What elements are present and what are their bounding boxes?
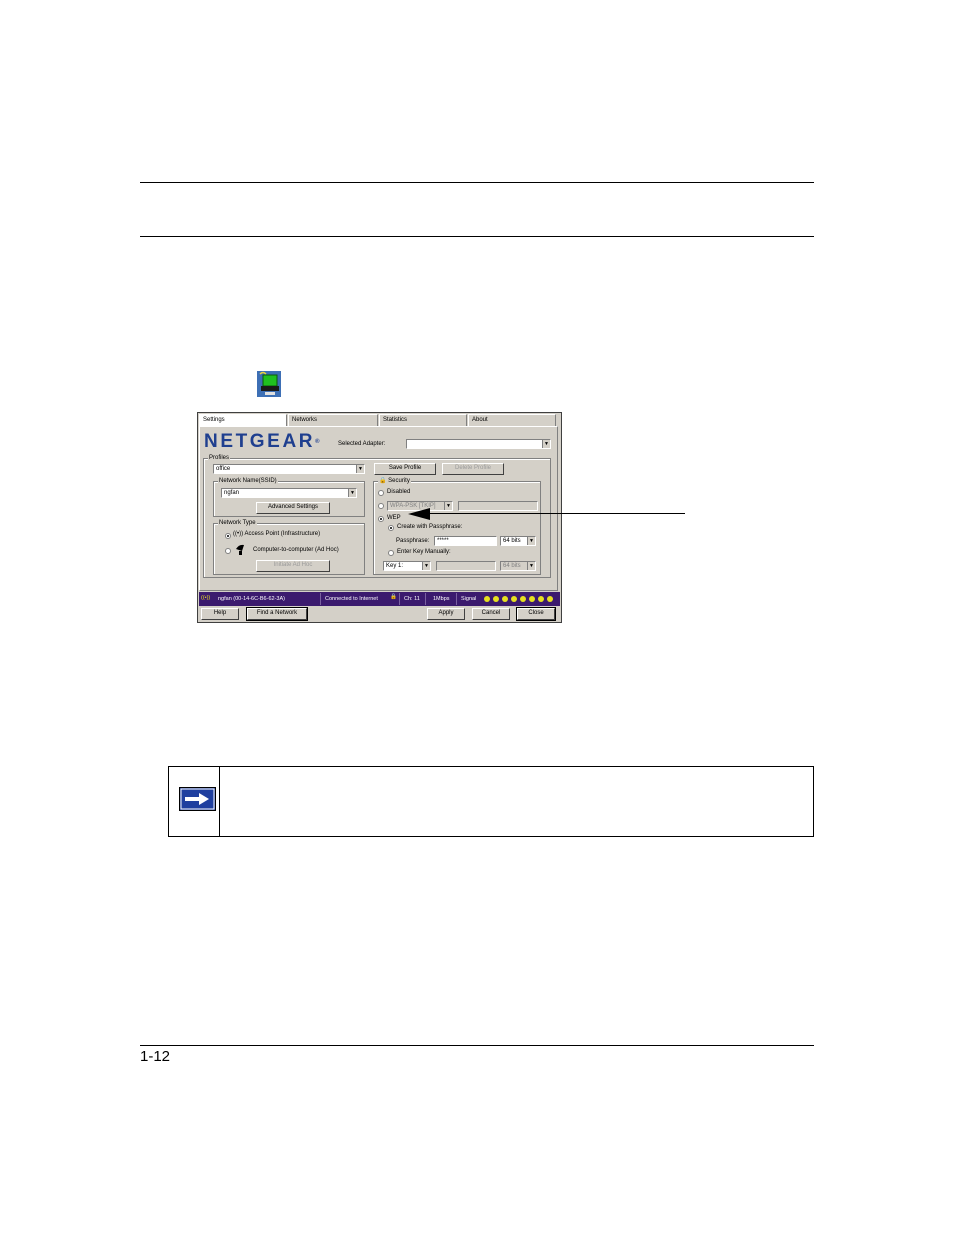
signal-dot xyxy=(502,596,508,602)
header-rule-bottom xyxy=(140,236,814,237)
footer-rule xyxy=(140,1045,814,1046)
chevron-down-icon: ▼ xyxy=(444,502,452,510)
security-wep-radio[interactable] xyxy=(378,516,384,522)
passphrase-input[interactable]: ***** xyxy=(434,536,497,546)
utility-dialog: Settings Networks Statistics About NETGE… xyxy=(197,412,562,623)
note-box xyxy=(168,766,814,837)
signal-dot xyxy=(511,596,517,602)
delete-profile-button[interactable]: Delete Profile xyxy=(442,463,504,475)
profile-select[interactable]: office ▼ xyxy=(213,464,365,474)
manual-key-field[interactable] xyxy=(436,561,496,571)
close-button[interactable]: Close xyxy=(516,607,556,621)
callout-arrowhead xyxy=(408,508,430,520)
security-title: 🔒 Security xyxy=(378,478,411,485)
status-rate: 1Mbps xyxy=(433,596,450,602)
enter-key-manually-label: Enter Key Manually: xyxy=(397,549,451,555)
network-name-title: Network Name(SSID) xyxy=(218,478,278,485)
selected-adapter-label: Selected Adapter: xyxy=(338,441,386,447)
signal-dot xyxy=(493,596,499,602)
status-bar: ((•)) ngfan (00-14-6C-B6-62-3A) Connecte… xyxy=(199,592,560,606)
network-type-title: Network Type xyxy=(218,520,257,527)
ad-hoc-radio[interactable] xyxy=(225,548,231,554)
manual-bits-select[interactable]: 64 bits ▼ xyxy=(500,561,536,571)
passphrase-label: Passphrase: xyxy=(396,538,430,544)
profiles-title: Profiles xyxy=(208,455,231,462)
netgear-logo: NETGEAR® xyxy=(204,431,323,452)
ad-hoc-label: Computer-to-computer (Ad Hoc) xyxy=(253,547,339,553)
header-rule-top xyxy=(140,182,814,183)
arrow-right-icon xyxy=(179,787,216,811)
status-channel: Ch: 11 xyxy=(404,596,420,602)
status-separator xyxy=(456,593,457,605)
status-separator xyxy=(320,593,321,605)
signal-dot xyxy=(520,596,526,602)
page-number: 1-12 xyxy=(140,1048,171,1065)
apply-button[interactable]: Apply xyxy=(427,608,465,620)
wireless-utility-tray-icon xyxy=(257,371,281,397)
tab-settings[interactable]: Settings xyxy=(199,414,287,426)
ssid-select[interactable]: ngfan ▼ xyxy=(221,488,357,498)
access-point-label: ((•)) Access Point (Infrastructure) xyxy=(233,531,321,537)
signal-dot xyxy=(547,596,553,602)
chevron-down-icon: ▼ xyxy=(348,489,356,497)
security-disabled-radio[interactable] xyxy=(378,490,384,496)
status-separator xyxy=(425,593,426,605)
chevron-down-icon: ▼ xyxy=(356,465,364,473)
status-separator xyxy=(399,593,400,605)
status-connection: Connected to Internet xyxy=(325,596,378,602)
signal-label: Signal xyxy=(461,596,477,602)
chevron-down-icon: ▼ xyxy=(527,562,535,570)
enter-key-manually-radio[interactable] xyxy=(388,550,394,556)
tab-networks[interactable]: Networks xyxy=(288,414,378,426)
adapter-select[interactable]: ▼ xyxy=(406,439,551,449)
antenna-icon: ((•)) xyxy=(201,595,211,601)
note-divider xyxy=(219,767,220,836)
signal-dot xyxy=(484,596,490,602)
key-select[interactable]: Key 1: ▼ xyxy=(383,561,431,571)
cancel-button[interactable]: Cancel xyxy=(472,608,510,620)
status-network: ngfan (00-14-6C-B6-62-3A) xyxy=(218,596,285,602)
chevron-down-icon: ▼ xyxy=(527,537,535,545)
wpa-key-field[interactable] xyxy=(458,501,538,511)
find-network-button[interactable]: Find a Network xyxy=(246,607,308,621)
chevron-down-icon: ▼ xyxy=(422,562,430,570)
initiate-ad-hoc-button[interactable]: Initiate Ad Hoc xyxy=(256,560,330,572)
callout-line xyxy=(420,513,685,514)
save-profile-button[interactable]: Save Profile xyxy=(374,463,436,475)
chevron-down-icon: ▼ xyxy=(542,440,550,448)
signal-dot xyxy=(529,596,535,602)
signal-dot xyxy=(538,596,544,602)
lock-icon: 🔒 xyxy=(390,594,397,600)
help-button[interactable]: Help xyxy=(201,608,239,620)
advanced-settings-button[interactable]: Advanced Settings xyxy=(256,502,330,514)
create-passphrase-radio[interactable] xyxy=(388,525,394,531)
security-wpa-radio[interactable] xyxy=(378,503,384,509)
security-disabled-label: Disabled xyxy=(387,489,411,495)
access-point-radio[interactable] xyxy=(225,533,231,539)
tab-about[interactable]: About xyxy=(468,414,556,426)
ad-hoc-icon xyxy=(236,544,244,555)
tab-statistics[interactable]: Statistics xyxy=(379,414,467,426)
wep-bits-select[interactable]: 64 bits ▼ xyxy=(500,536,536,546)
security-wep-label: WEP xyxy=(387,515,401,521)
create-passphrase-label: Create with Passphrase: xyxy=(397,524,463,530)
lock-icon: 🔒 xyxy=(379,478,387,484)
